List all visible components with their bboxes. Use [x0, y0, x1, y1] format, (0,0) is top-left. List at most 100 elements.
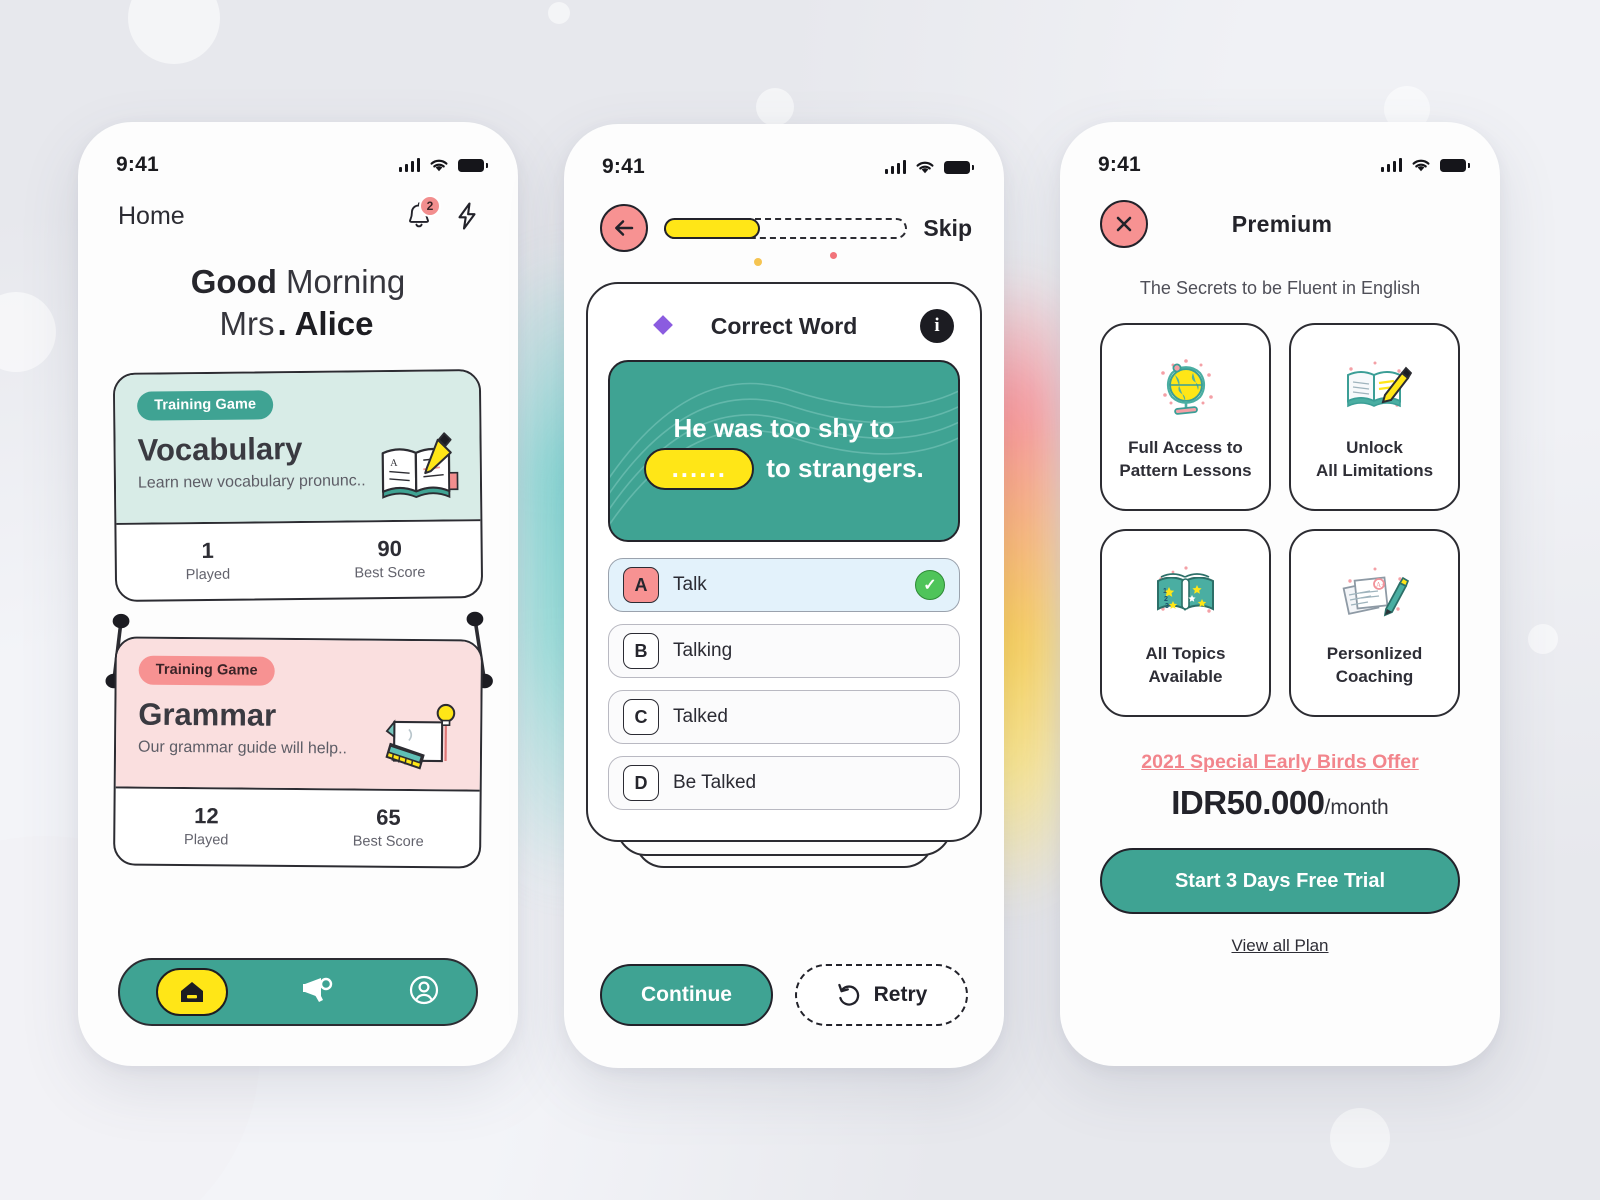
feature-card-unlock[interactable]: Unlock All Limitations	[1289, 323, 1460, 511]
home-header: Home 2	[78, 186, 518, 232]
option-key: A	[623, 567, 659, 603]
nav-item-profile[interactable]	[408, 974, 440, 1011]
close-button[interactable]	[1100, 200, 1148, 248]
blank-placeholder[interactable]: ......	[644, 447, 755, 490]
documents-pen-icon: A+	[1342, 567, 1409, 617]
option-text: Talk	[673, 574, 707, 595]
signal-bars-icon	[884, 160, 906, 174]
page-title: Premium	[1231, 210, 1333, 237]
stat-label: Best Score	[352, 832, 424, 850]
signal-bars-icon	[1380, 158, 1402, 172]
feature-label: All Topics Available	[1145, 644, 1226, 686]
offer-link[interactable]: 2021 Special Early Birds Offer	[1060, 751, 1500, 774]
card-chip: Training Game	[138, 655, 275, 686]
quiz-footer: Continue Retry	[600, 964, 968, 1026]
starry-book-icon: 123	[1156, 566, 1214, 613]
svg-text:1: 1	[1163, 588, 1167, 595]
header-actions: 2	[404, 195, 480, 232]
stat-best-score: 65 Best Score	[297, 789, 480, 866]
notifications-button[interactable]: 2	[404, 195, 441, 232]
answer-option-a[interactable]: A Talk ✓	[608, 558, 960, 612]
bg-bubble	[1528, 624, 1558, 654]
greeting-line-2: Mrs. Alice	[78, 304, 518, 347]
confetti-dot	[830, 252, 837, 259]
notes-lightbulb-icon	[385, 703, 456, 769]
wifi-icon	[1412, 159, 1430, 171]
card-stats: 12 Played 65 Best Score	[115, 785, 480, 867]
answer-options: A Talk ✓ B Talking C Talked D Be Talked	[608, 558, 960, 810]
stat-value: 12	[194, 802, 219, 828]
skip-button[interactable]: Skip	[923, 215, 972, 242]
option-text: Be Talked	[673, 772, 757, 793]
option-key: D	[623, 765, 659, 801]
phone-premium-screen: 9:41 Premium The Secrets to be Fluent in…	[1060, 122, 1500, 1066]
phone-quiz-screen: 9:41 Skip Correct Word i He was too shy …	[564, 124, 1004, 1068]
svg-text:2: 2	[1164, 596, 1168, 603]
bg-bubble	[756, 88, 794, 126]
view-all-plan-link[interactable]: View all Plan	[1060, 936, 1500, 956]
option-text: Talking	[673, 640, 733, 661]
stat-label: Played	[185, 566, 231, 583]
signal-bars-icon	[398, 158, 420, 172]
status-bar: 9:41	[1060, 122, 1500, 186]
bg-bubble	[548, 2, 570, 24]
card-body: Training Game Vocabulary Learn new vocab…	[114, 370, 481, 523]
retry-button[interactable]: Retry	[795, 964, 968, 1026]
option-text: Talked	[673, 706, 728, 727]
start-trial-button[interactable]: Start 3 Days Free Trial	[1100, 848, 1460, 914]
question-line-2-text: to strangers.	[766, 453, 924, 483]
feature-card-all-topics[interactable]: 123 All Topics Available	[1100, 529, 1271, 717]
question-sentence-card: He was too shy to ...... to strangers.	[608, 360, 960, 542]
status-icons	[1380, 158, 1470, 173]
stat-played: 12 Played	[115, 788, 298, 865]
option-key: C	[623, 699, 659, 735]
diamond-icon	[653, 315, 673, 335]
quiz-card-stack: Correct Word i He was too shy to ...... …	[586, 252, 982, 868]
battery-icon	[944, 160, 974, 174]
feature-label: Unlock All Limitations	[1315, 438, 1434, 480]
feature-card-full-access[interactable]: Full Access to Pattern Lessons	[1100, 323, 1271, 511]
card-body: Training Game Grammar Our grammar guide …	[115, 637, 481, 790]
answer-option-c[interactable]: C Talked	[608, 690, 960, 744]
book-pencil-icon	[1346, 361, 1412, 408]
stat-best-score: 90 Best Score	[298, 521, 481, 598]
answer-option-d[interactable]: D Be Talked	[608, 756, 960, 810]
back-button[interactable]	[600, 204, 648, 252]
question-line-2: ...... to strangers.	[644, 447, 924, 490]
quiz-card: Correct Word i He was too shy to ...... …	[586, 282, 982, 842]
stat-value: 65	[376, 804, 401, 830]
lightning-bolt-icon[interactable]	[454, 201, 480, 231]
info-icon[interactable]: i	[920, 309, 954, 343]
price-period: /month	[1324, 796, 1389, 819]
answer-option-b[interactable]: B Talking	[608, 624, 960, 678]
greeting-line-1: Good Morning	[78, 262, 518, 302]
price-row: IDR50.000/month	[1060, 784, 1500, 822]
price-amount: IDR50.000	[1171, 784, 1325, 821]
stat-value: 1	[201, 537, 214, 563]
stat-label: Best Score	[354, 564, 426, 581]
premium-subtitle: The Secrets to be Fluent in English	[1139, 278, 1421, 298]
game-card-grammar[interactable]: Training Game Grammar Our grammar guide …	[113, 635, 483, 869]
wifi-icon	[916, 161, 934, 173]
greeting: Good Morning Mrs. Alice	[78, 262, 518, 347]
continue-button[interactable]: Continue	[600, 964, 773, 1026]
profile-icon	[409, 975, 438, 1004]
correct-check-icon: ✓	[915, 570, 945, 600]
bg-bubble	[1330, 1108, 1390, 1168]
nav-item-announcements[interactable]	[301, 975, 335, 1010]
quiz-header: Skip	[564, 188, 1004, 252]
notification-badge: 2	[419, 195, 441, 217]
greeting-prefix: Mrs	[219, 305, 275, 343]
status-bar: 9:41	[564, 124, 1004, 188]
confetti-dot	[754, 258, 762, 266]
svg-text:A+: A+	[1376, 581, 1385, 589]
nav-item-home[interactable]	[156, 968, 229, 1016]
progress-bar	[664, 217, 908, 239]
page-title: Home	[118, 201, 185, 230]
feature-card-coaching[interactable]: A+ Personlized Coaching	[1289, 529, 1460, 717]
globe-icon	[1160, 359, 1213, 415]
battery-icon	[458, 158, 488, 172]
status-time: 9:41	[116, 153, 159, 176]
game-card-vocabulary[interactable]: Training Game Vocabulary Learn new vocab…	[112, 368, 484, 602]
progress-track	[664, 217, 908, 239]
